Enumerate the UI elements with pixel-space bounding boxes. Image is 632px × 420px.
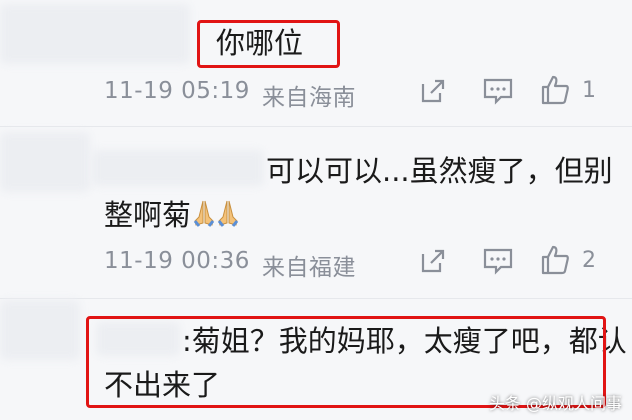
- like-icon[interactable]: [540, 244, 570, 276]
- blurred-avatar: [0, 4, 190, 64]
- blurred-avatar: [0, 300, 80, 360]
- comment-1-meta: 11-19 05:19 来自海南 1: [0, 72, 632, 112]
- watermark: 头条 @纵观人间事: [488, 394, 622, 413]
- comment-1-location: 来自海南: [262, 85, 356, 111]
- comment-2-location: 来自福建: [262, 255, 356, 281]
- comment-2-like-count: 2: [582, 248, 596, 273]
- comment-2-time: 11-19 00:36: [104, 248, 250, 274]
- comment-2-text-line2-content: 整啊菊: [104, 198, 192, 232]
- comment-icon[interactable]: [482, 246, 514, 276]
- comment-2-text-line2: 整啊菊: [104, 196, 239, 234]
- share-icon[interactable]: [418, 76, 448, 106]
- blurred-username: [92, 150, 264, 186]
- like-icon[interactable]: [540, 74, 570, 106]
- comment-1-time: 11-19 05:19: [104, 78, 250, 104]
- divider-2: [0, 298, 632, 299]
- comment-2-meta: 11-19 00:36 来自福建 2: [0, 242, 632, 282]
- comment-2-text-line1: 可以可以...虽然瘦了，但别: [266, 154, 613, 188]
- comment-icon[interactable]: [482, 76, 514, 106]
- divider-1: [0, 126, 632, 127]
- highlight-box-comment-1: [197, 20, 340, 68]
- share-icon[interactable]: [418, 246, 448, 276]
- pray-emoji: [217, 200, 239, 227]
- pray-emoji: [193, 200, 215, 227]
- blurred-avatar: [0, 132, 90, 192]
- comment-1-like-count: 1: [582, 78, 596, 103]
